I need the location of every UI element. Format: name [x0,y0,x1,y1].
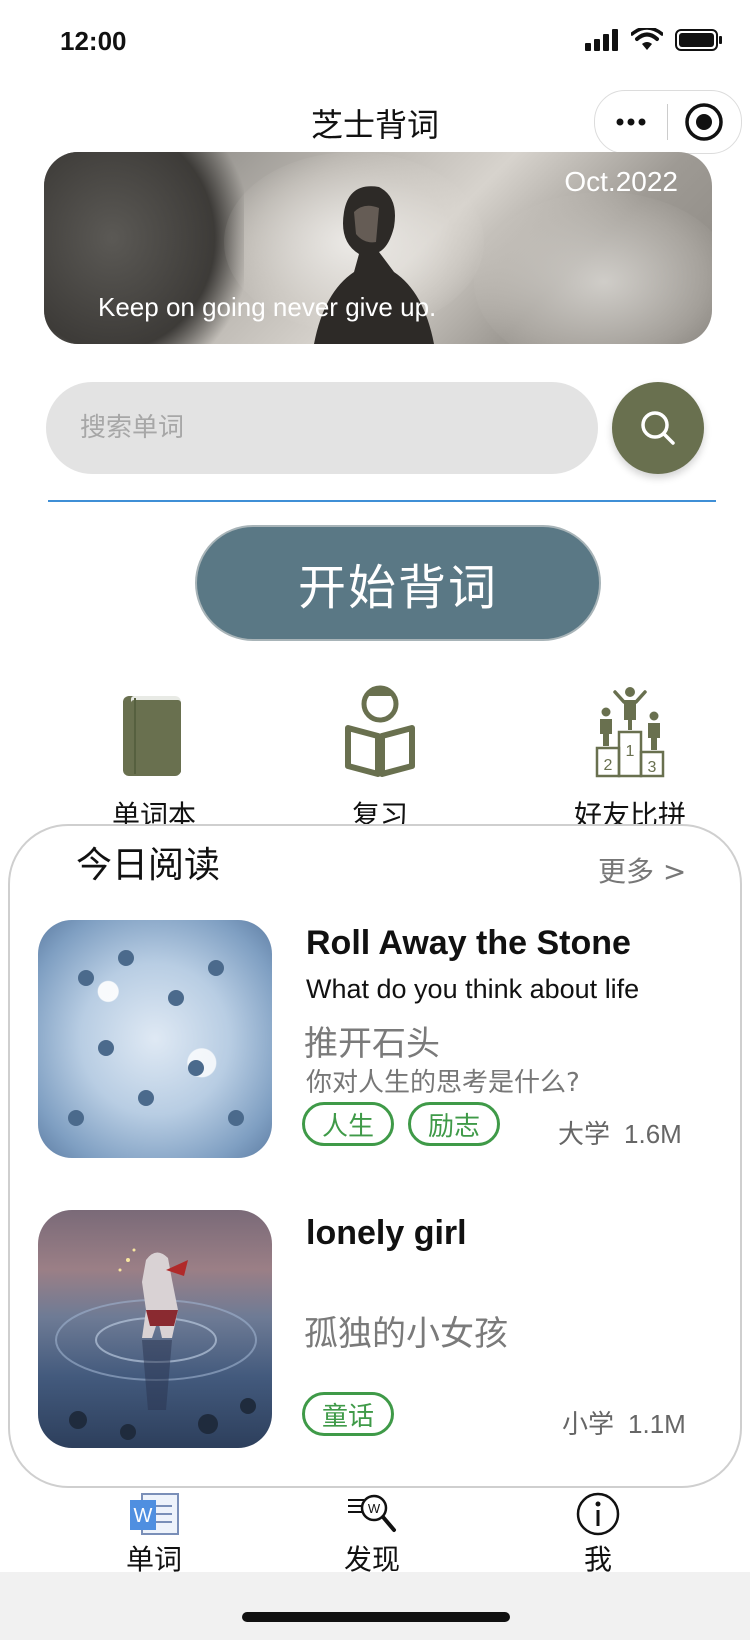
status-icons [585,28,723,52]
search-button[interactable] [612,382,704,474]
signal-icon [585,29,618,51]
article-title-cn: 推开石头 [304,1024,440,1064]
search-input[interactable] [46,382,598,474]
tab-words[interactable]: W 单词 [84,1492,224,1578]
home-indicator[interactable] [242,1612,510,1622]
target-icon [685,103,723,141]
tab-me[interactable]: 我 [528,1492,668,1578]
battery-icon [675,29,722,51]
article-thumbnail[interactable] [38,920,272,1158]
banner-date: Oct.2022 [564,166,678,197]
feature-review[interactable]: 复习 [280,668,480,834]
feature-wordbook[interactable]: 单词本 [54,668,254,834]
status-time: 12:00 [60,26,127,56]
article-meta: 小学 1.1M [562,1404,686,1441]
article-subtitle-en: What do you think about life [306,974,640,1004]
svg-text:1: 1 [626,743,635,760]
close-mini-program-button[interactable] [668,91,740,153]
article-meta: 大学 1.6M [558,1114,682,1151]
thumbnail-illustration [55,1248,257,1440]
reading-person-icon [345,685,415,777]
svg-text:3: 3 [648,759,657,776]
book-icon [123,696,183,776]
article-thumbnail[interactable] [38,1210,272,1448]
svg-text:2: 2 [604,757,613,774]
section-title: 今日阅读 [76,845,221,886]
banner-quote: Keep on going never give up. [98,292,437,322]
svg-text:W: W [368,1501,381,1516]
article-title-cn: 孤独的小女孩 [304,1314,508,1354]
mini-program-capsule [594,90,742,154]
bottom-safe-area [0,1572,750,1640]
article-title-en[interactable]: Roll Away the Stone [306,924,631,963]
article-title-en[interactable]: lonely girl [306,1214,467,1253]
article-tag[interactable]: 励志 [408,1102,500,1146]
search-word-icon: W [348,1494,396,1532]
word-doc-icon: W [130,1493,179,1535]
tab-discover[interactable]: W 发现 [302,1492,442,1578]
article-size: 1.6M [624,1119,682,1149]
search-icon [641,411,675,445]
more-button[interactable] [595,91,667,153]
article-level: 大学 [558,1120,611,1150]
more-link[interactable]: 更多 > [598,850,686,890]
wifi-icon [631,28,663,50]
podium-icon: 1 2 3 [595,687,665,778]
banner[interactable]: Oct.2022 Keep on going never give up. [44,152,712,344]
article-tag[interactable]: 人生 [302,1102,394,1146]
search-divider [48,500,716,502]
feature-friend-compete[interactable]: 1 2 3 好友比拼 [530,668,730,834]
article-level: 小学 [562,1410,615,1440]
article-subtitle-cn: 你对人生的思考是什么? [306,1068,580,1098]
banner-cloud [474,192,712,344]
info-icon [576,1492,620,1536]
more-dots-icon [616,118,646,126]
start-memorizing-button[interactable]: 开始背词 [195,525,601,641]
svg-text:W: W [134,1505,153,1527]
article-size: 1.1M [628,1409,686,1439]
article-tag[interactable]: 童话 [302,1392,394,1436]
